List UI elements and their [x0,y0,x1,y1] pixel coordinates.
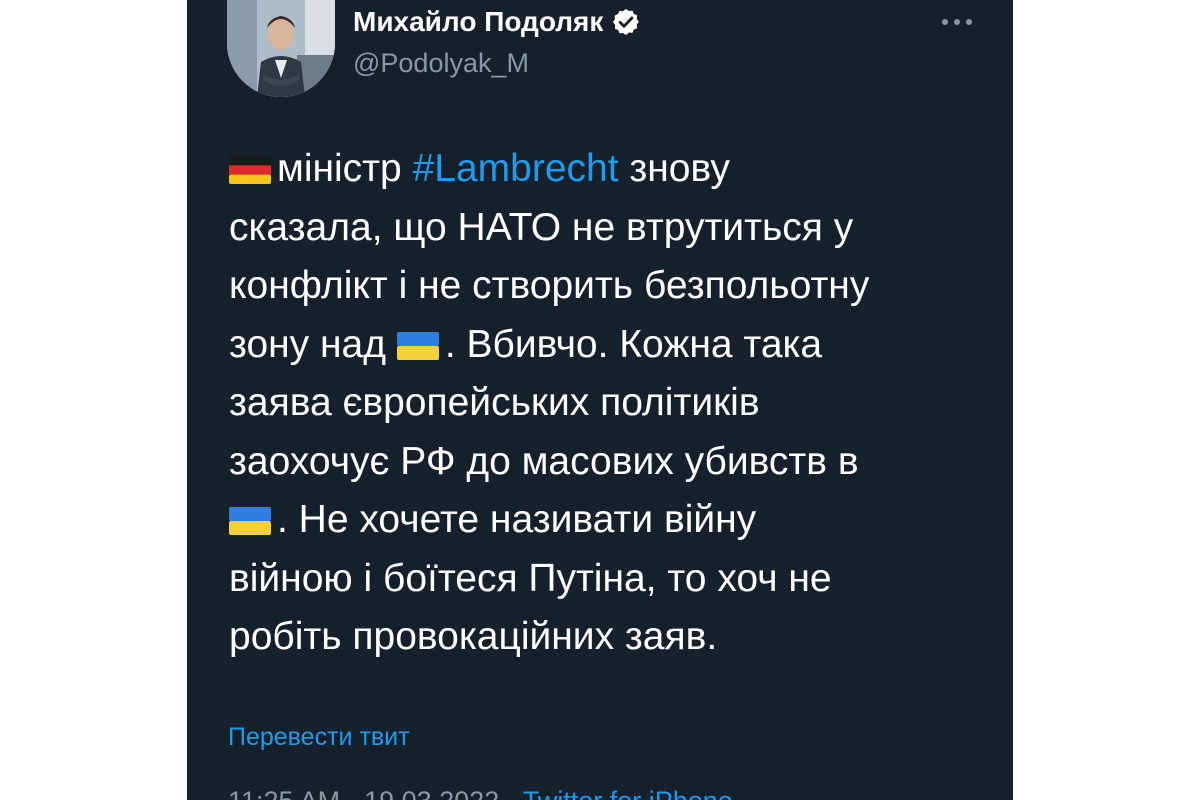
avatar[interactable] [227,0,335,97]
tweet-text-segment: зону над [229,322,397,366]
tweet-line: конфлікт і не створить безпольотну [229,264,870,307]
author-handle[interactable]: @Podolyak_M [353,47,529,79]
tweet-text-segment: міністр [277,147,413,190]
tweet-text-segment: знову [618,147,730,190]
germany-flag-icon [229,156,271,184]
tweet-line: . Не хочете називати війну [229,491,989,550]
author-name[interactable]: Михайло Подоляк [353,6,603,38]
tweet-meta: 11:25 AM · 19.03.2022 · Twitter for iPho… [228,785,733,800]
ukraine-flag-icon [396,331,439,360]
more-horizontal-icon[interactable] [939,8,975,36]
tweet-text: міністр #Lambrecht знову сказала, що НАТ… [229,140,989,667]
tweet-line: міністр #Lambrecht знову [229,140,989,199]
tweet-text-segment: . Не хочете називати війну [277,498,757,541]
tweet-line: робіть провокаційних заяв. [229,615,718,658]
tweet-line: заохочує РФ до масових убивств в [229,439,859,483]
hashtag-link[interactable]: #Lambrecht [413,147,619,190]
tweet-timestamp[interactable]: 11:25 AM · 19.03.2022 · [228,786,523,800]
ukraine-flag-icon [229,507,271,535]
tweet-line: зону над . Вбивчо. Кожна така [229,316,989,375]
tweet-line: війною і боїтеся Путіна, то хоч не [229,556,832,600]
tweet-source-link[interactable]: Twitter for iPhone [523,786,733,800]
translate-tweet-link[interactable]: Перевести твит [228,720,410,754]
tweet-line: заява європейських політиків [229,381,760,424]
tweet-panel: Михайло Подоляк @Podolyak_M міністр #Lam… [187,0,1013,800]
tweet-line: сказала, що НАТО не втрутиться у [229,205,854,249]
verified-badge-icon [611,7,641,37]
tweet-text-segment: . Вбивчо. Кожна така [444,322,823,366]
